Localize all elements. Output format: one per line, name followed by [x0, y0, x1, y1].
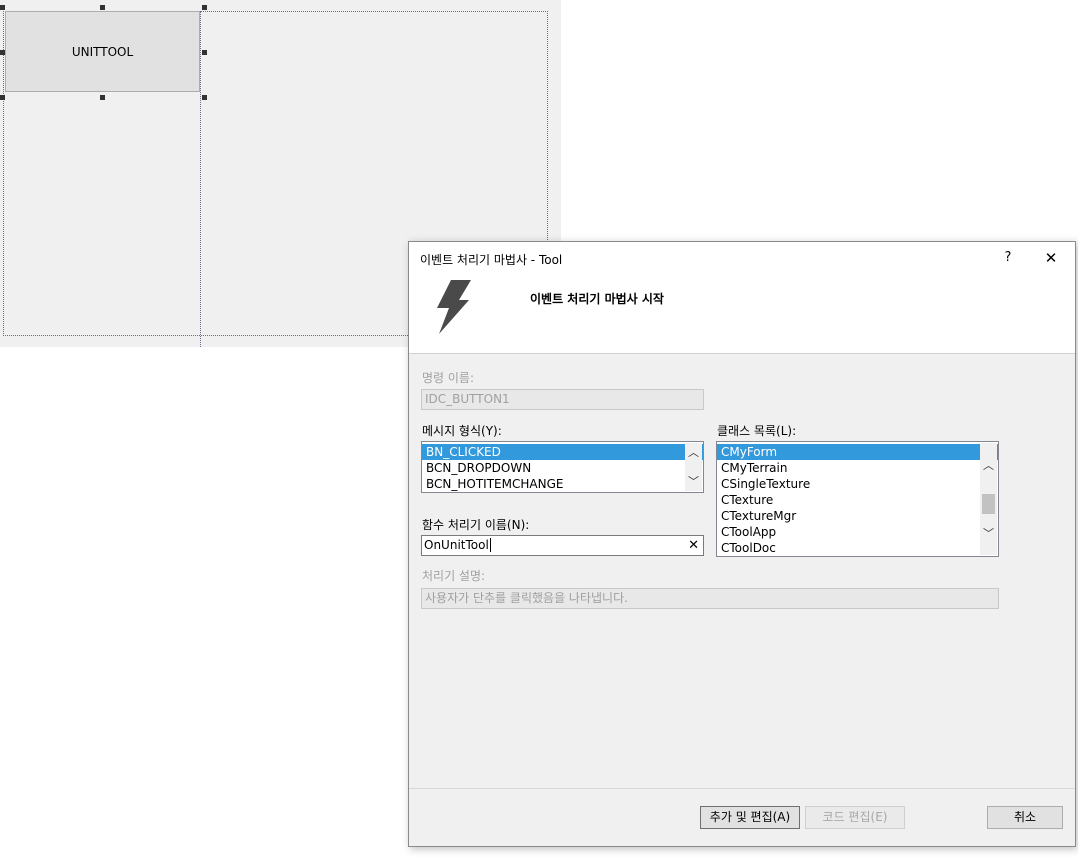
- list-item[interactable]: CTextureMgr: [717, 508, 998, 524]
- layout-guide: [200, 11, 201, 347]
- clear-icon[interactable]: ✕: [688, 536, 699, 555]
- command-name-label: 명령 이름:: [422, 371, 475, 385]
- scroll-thumb[interactable]: [982, 494, 995, 514]
- resize-handle[interactable]: [100, 95, 105, 100]
- add-and-edit-button[interactable]: 추가 및 편집(A): [700, 806, 800, 829]
- dialog-title: 이벤트 처리기 마법사 - Tool: [420, 253, 563, 267]
- event-handler-wizard-dialog: 이벤트 처리기 마법사 - Tool ? ✕ 이벤트 처리기 마법사 시작 명령…: [408, 241, 1076, 847]
- list-item[interactable]: BCN_HOTITEMCHANGE: [422, 476, 703, 492]
- list-item[interactable]: CMyTerrain: [717, 460, 998, 476]
- list-item[interactable]: BCN_DROPDOWN: [422, 460, 703, 476]
- scroll-up-icon[interactable]: ︿: [685, 444, 702, 461]
- class-list[interactable]: CMyForm CMyTerrain CSingleTexture CTextu…: [716, 441, 999, 557]
- resize-handle[interactable]: [100, 5, 105, 10]
- handler-name-value: OnUnitTool: [424, 538, 489, 552]
- class-list-scrollbar[interactable]: ︿ ﹀: [980, 443, 997, 555]
- help-button[interactable]: ?: [998, 248, 1018, 268]
- unittool-button[interactable]: UNITTOOL: [5, 11, 200, 92]
- footer-divider: [409, 788, 1075, 789]
- resize-handle[interactable]: [0, 5, 5, 10]
- scroll-up-icon[interactable]: ︿: [980, 457, 997, 474]
- handler-description-label: 처리기 설명:: [422, 569, 486, 583]
- handler-name-input[interactable]: OnUnitTool ✕: [421, 535, 704, 556]
- dialog-header-area: 이벤트 처리기 마법사 - Tool ? ✕ 이벤트 처리기 마법사 시작: [409, 242, 1075, 354]
- cancel-button[interactable]: 취소: [987, 806, 1063, 829]
- close-button[interactable]: ✕: [1039, 248, 1063, 268]
- message-type-scrollbar[interactable]: ︿ ﹀: [685, 443, 702, 491]
- wizard-heading: 이벤트 처리기 마법사 시작: [530, 292, 664, 306]
- scroll-down-icon[interactable]: ﹀: [980, 525, 997, 542]
- resize-handle[interactable]: [202, 5, 207, 10]
- handler-description-field: 사용자가 단추를 클릭했음을 나타냅니다.: [421, 588, 999, 609]
- list-item[interactable]: CToolDoc: [717, 540, 998, 556]
- list-item[interactable]: CMyForm: [717, 444, 998, 460]
- lightning-bolt-icon: [437, 280, 471, 334]
- resize-handle[interactable]: [202, 95, 207, 100]
- resize-handle[interactable]: [0, 50, 5, 55]
- resize-handle[interactable]: [0, 95, 5, 100]
- list-item[interactable]: BN_CLICKED: [422, 444, 703, 460]
- scroll-down-icon[interactable]: ﹀: [685, 473, 702, 490]
- code-edit-button[interactable]: 코드 편집(E): [805, 806, 905, 829]
- message-type-label: 메시지 형식(Y):: [422, 424, 502, 438]
- handler-name-label: 함수 처리기 이름(N):: [422, 518, 530, 532]
- command-name-field: IDC_BUTTON1: [421, 389, 704, 410]
- class-list-label: 클래스 목록(L):: [717, 424, 797, 438]
- list-item[interactable]: CSingleTexture: [717, 476, 998, 492]
- list-item[interactable]: CTexture: [717, 492, 998, 508]
- list-item[interactable]: CToolApp: [717, 524, 998, 540]
- resize-handle[interactable]: [202, 50, 207, 55]
- message-type-list[interactable]: BN_CLICKED BCN_DROPDOWN BCN_HOTITEMCHANG…: [421, 441, 704, 493]
